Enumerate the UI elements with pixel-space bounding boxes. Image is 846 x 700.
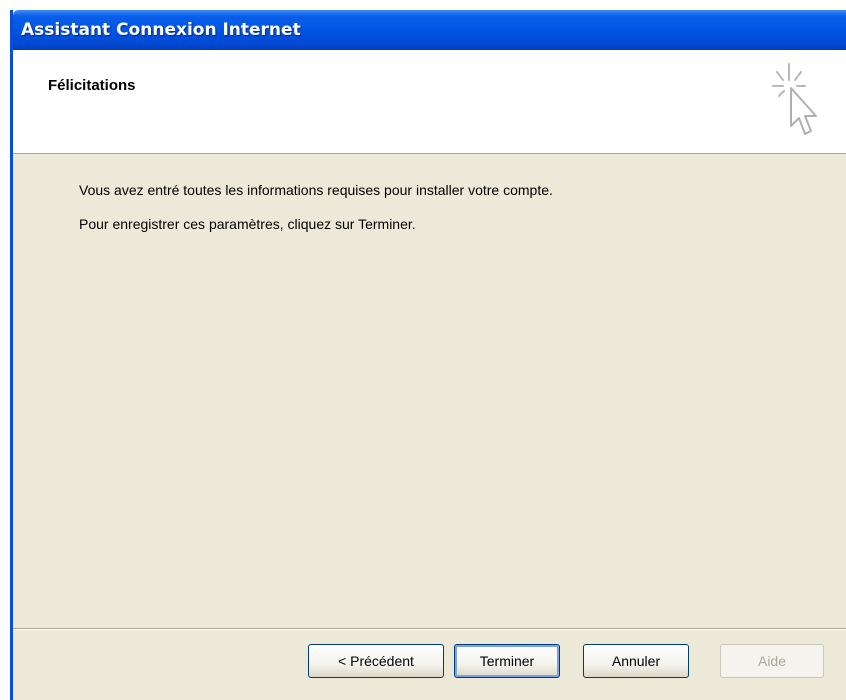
- window-title: Assistant Connexion Internet: [21, 20, 301, 40]
- wizard-content: Vous avez entré toutes les informations …: [13, 155, 846, 625]
- help-button[interactable]: Aide: [720, 644, 824, 678]
- wizard-cursor-icon: [772, 63, 817, 135]
- button-separator: [13, 628, 846, 630]
- wizard-header: Félicitations: [13, 50, 846, 154]
- info-message: Vous avez entré toutes les informations …: [79, 182, 553, 198]
- instruction-message: Pour enregistrer ces paramètres, cliquez…: [79, 216, 416, 232]
- wizard-window: Assistant Connexion Internet Félicitatio…: [10, 10, 846, 700]
- previous-button[interactable]: < Précédent: [308, 644, 444, 678]
- title-bar[interactable]: Assistant Connexion Internet: [13, 10, 846, 50]
- cancel-button[interactable]: Annuler: [583, 644, 689, 678]
- page-title: Félicitations: [48, 77, 136, 94]
- finish-button[interactable]: Terminer: [454, 644, 560, 678]
